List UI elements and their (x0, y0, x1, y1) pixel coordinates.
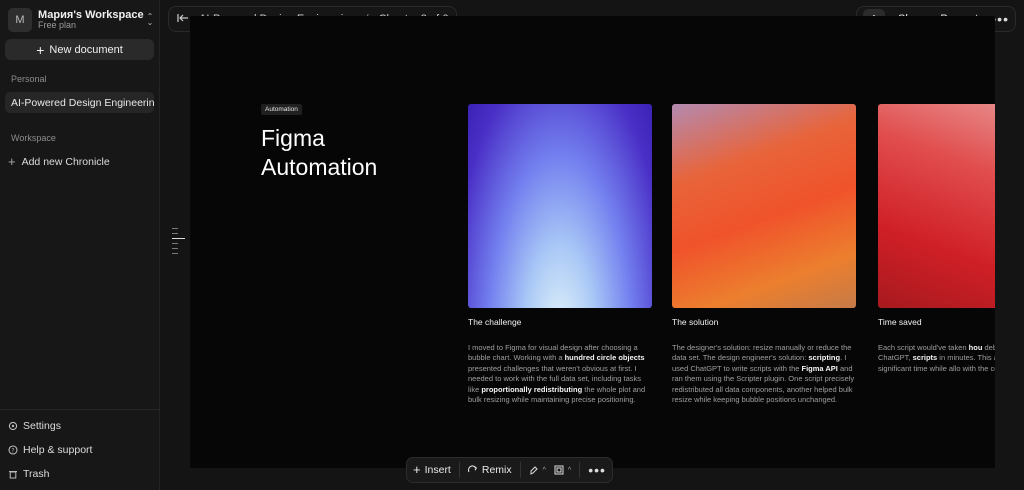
collapse-sidebar-icon[interactable] (177, 13, 189, 26)
help-icon: ? (8, 445, 18, 455)
chevron-updown-icon: ⌃ ⌄ (146, 12, 154, 27)
remix-icon (467, 465, 477, 473)
insert-button[interactable]: + Insert (413, 462, 451, 477)
scroll-tick (172, 253, 178, 254)
plus-icon: + (413, 462, 421, 477)
workspace-switcher[interactable]: M Мария's Workspace Free plan ⌃ ⌄ (8, 6, 156, 34)
section-label-workspace: Workspace (11, 133, 56, 143)
bottom-toolbar: + Insert Remix ^ ^ ••• (406, 457, 613, 483)
svg-text:?: ? (11, 447, 14, 454)
help-label: Help & support (23, 444, 93, 456)
chevron-up-icon: ^ (542, 466, 546, 474)
new-document-label: New document (49, 43, 123, 56)
slide-canvas: Automation Figma Automation The challeng… (190, 16, 995, 468)
add-chronicle-button[interactable]: + Add new Chronicle (8, 154, 110, 169)
workspace-plan: Free plan (38, 20, 77, 31)
new-document-button[interactable]: + New document (5, 39, 154, 60)
workspace-avatar: M (8, 8, 32, 32)
card-heading: The solution (672, 317, 719, 327)
toolbar-divider (458, 462, 460, 478)
plus-icon: + (8, 154, 16, 169)
scroll-tick (172, 233, 178, 234)
slide-title-line: Figma (261, 125, 325, 151)
content-card[interactable]: The solution The designer's solution: re… (672, 104, 856, 405)
card-gradient-image (468, 104, 652, 308)
card-heading: Time saved (878, 317, 922, 327)
gear-icon (8, 421, 18, 431)
card-body: I moved to Figma for visual design after… (468, 343, 646, 405)
trash-label: Trash (23, 468, 50, 480)
help-link[interactable]: ? Help & support (8, 444, 92, 456)
layout-dropdown[interactable]: ^ (554, 465, 571, 475)
card-gradient-image (672, 104, 856, 308)
sidebar-document-item[interactable]: AI-Powered Design Engineering (5, 92, 154, 113)
sidebar: M Мария's Workspace Free plan ⌃ ⌄ + New d… (0, 0, 160, 490)
layout-icon (554, 465, 564, 475)
toolbar-divider (579, 462, 581, 478)
card-body: Each script would've taken hou debug man… (878, 343, 995, 373)
settings-link[interactable]: Settings (8, 420, 61, 432)
card-body: The designer's solution: resize manually… (672, 343, 855, 405)
theme-brush-icon (530, 466, 538, 475)
trash-icon (9, 471, 17, 479)
settings-label: Settings (23, 420, 61, 432)
add-chronicle-label: Add new Chronicle (21, 155, 110, 168)
content-card[interactable]: Time saved Each script would've taken ho… (878, 104, 995, 374)
plus-icon: + (36, 41, 45, 58)
content-card[interactable]: The challenge I moved to Figma for visua… (468, 104, 652, 405)
chapter-scroll-indicator[interactable] (172, 228, 186, 258)
theme-dropdown[interactable]: ^ (529, 465, 546, 475)
trash-link[interactable]: Trash (8, 468, 49, 480)
remix-button[interactable]: Remix (467, 464, 512, 476)
slide-tag: Automation (261, 104, 302, 115)
section-label-personal: Personal (11, 74, 47, 84)
insert-label: Insert (424, 464, 451, 476)
sidebar-divider (0, 409, 160, 410)
slide-title: Figma Automation (261, 124, 377, 182)
scroll-tick (172, 243, 178, 244)
toolbar-more-icon[interactable]: ••• (588, 462, 606, 478)
card-gradient-image (878, 104, 995, 308)
slide-title-line: Automation (261, 154, 378, 180)
remix-label: Remix (481, 464, 512, 476)
scroll-tick (172, 228, 178, 229)
chevron-up-icon: ^ (567, 466, 572, 474)
scroll-tick (172, 248, 178, 249)
toolbar-divider (519, 462, 521, 478)
card-heading: The challenge (468, 317, 522, 327)
scroll-tick-active (172, 238, 185, 239)
